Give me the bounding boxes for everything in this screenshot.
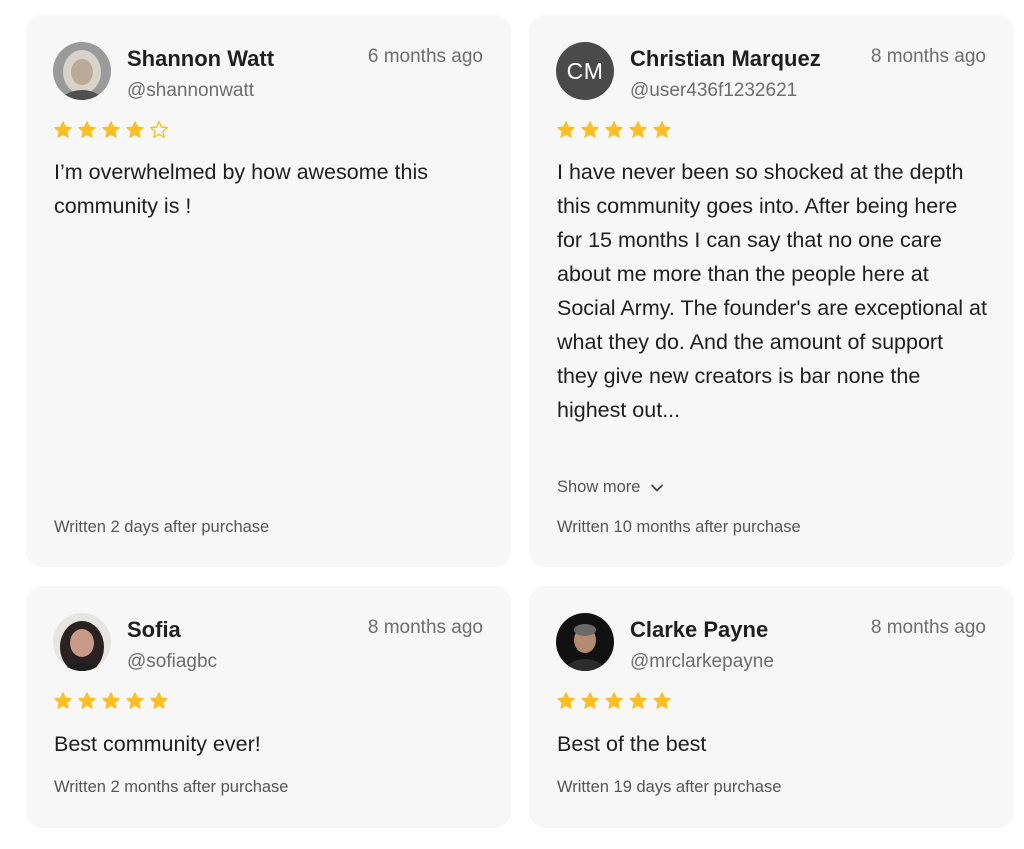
star-filled-icon — [126, 692, 144, 709]
review-date: 8 months ago — [870, 617, 986, 638]
star-filled-icon — [605, 692, 623, 709]
star-filled-icon — [102, 692, 120, 709]
reviewer-name: Sofia — [127, 617, 181, 642]
star-rating — [53, 691, 169, 711]
review-text: Best of the best — [557, 732, 707, 756]
avatar-photo-icon — [556, 613, 614, 671]
review-card: Clarke Payne @mrclarkepayne 8 months ago… — [529, 586, 1014, 828]
review-card: CM Christian Marquez @user436f1232621 8 … — [529, 15, 1014, 567]
star-filled-icon — [78, 121, 96, 138]
reviewer-name: Christian Marquez — [630, 46, 821, 71]
avatar — [53, 613, 111, 671]
star-empty-icon — [150, 120, 168, 138]
star-filled-icon — [653, 121, 671, 138]
star-filled-icon — [557, 121, 575, 138]
chevron-down-icon — [651, 484, 664, 491]
review-text: I have never been so shocked at the dept… — [557, 160, 987, 422]
star-filled-icon — [54, 121, 72, 138]
purchase-timing: Written 10 months after purchase — [557, 518, 801, 536]
star-filled-icon — [629, 121, 647, 138]
star-rating — [556, 120, 672, 140]
review-text: Best community ever! — [54, 732, 261, 756]
star-filled-icon — [605, 121, 623, 138]
purchase-timing: Written 2 days after purchase — [54, 518, 270, 536]
reviewer-handle: @shannonwatt — [127, 80, 255, 101]
star-rating — [53, 120, 169, 140]
purchase-timing: Written 2 months after purchase — [54, 778, 289, 796]
star-filled-icon — [629, 692, 647, 709]
reviewer-handle: @sofiagbc — [127, 651, 218, 672]
avatar: CM — [556, 42, 614, 100]
review-card: Sofia @sofiagbc 8 months ago Best commun… — [26, 586, 511, 828]
avatar-photo-icon — [53, 42, 111, 100]
star-rating — [556, 691, 672, 711]
star-filled-icon — [54, 692, 72, 709]
star-filled-icon — [581, 692, 599, 709]
star-filled-icon — [78, 692, 96, 709]
show-more-button[interactable]: Show more — [557, 478, 664, 497]
star-filled-icon — [102, 121, 120, 138]
star-filled-icon — [557, 692, 575, 709]
review-date: 6 months ago — [367, 46, 483, 67]
purchase-timing: Written 19 days after purchase — [557, 778, 782, 796]
review-card: Shannon Watt @shannonwatt 6 months ago I… — [26, 15, 511, 567]
reviewer-name: Shannon Watt — [127, 46, 275, 71]
avatar-photo-icon — [53, 613, 111, 671]
review-date: 8 months ago — [367, 617, 483, 638]
star-filled-icon — [126, 121, 144, 138]
star-filled-icon — [653, 692, 671, 709]
review-date: 8 months ago — [870, 46, 986, 67]
star-filled-icon — [150, 692, 168, 709]
star-filled-icon — [581, 121, 599, 138]
reviewer-name: Clarke Payne — [630, 617, 769, 642]
reviewer-handle: @user436f1232621 — [630, 80, 798, 101]
show-more-label: Show more — [557, 478, 641, 496]
review-text: I’m overwhelmed by how awesome this comm… — [54, 160, 429, 218]
reviewer-handle: @mrclarkepayne — [630, 651, 774, 672]
avatar — [53, 42, 111, 100]
avatar — [556, 613, 614, 671]
